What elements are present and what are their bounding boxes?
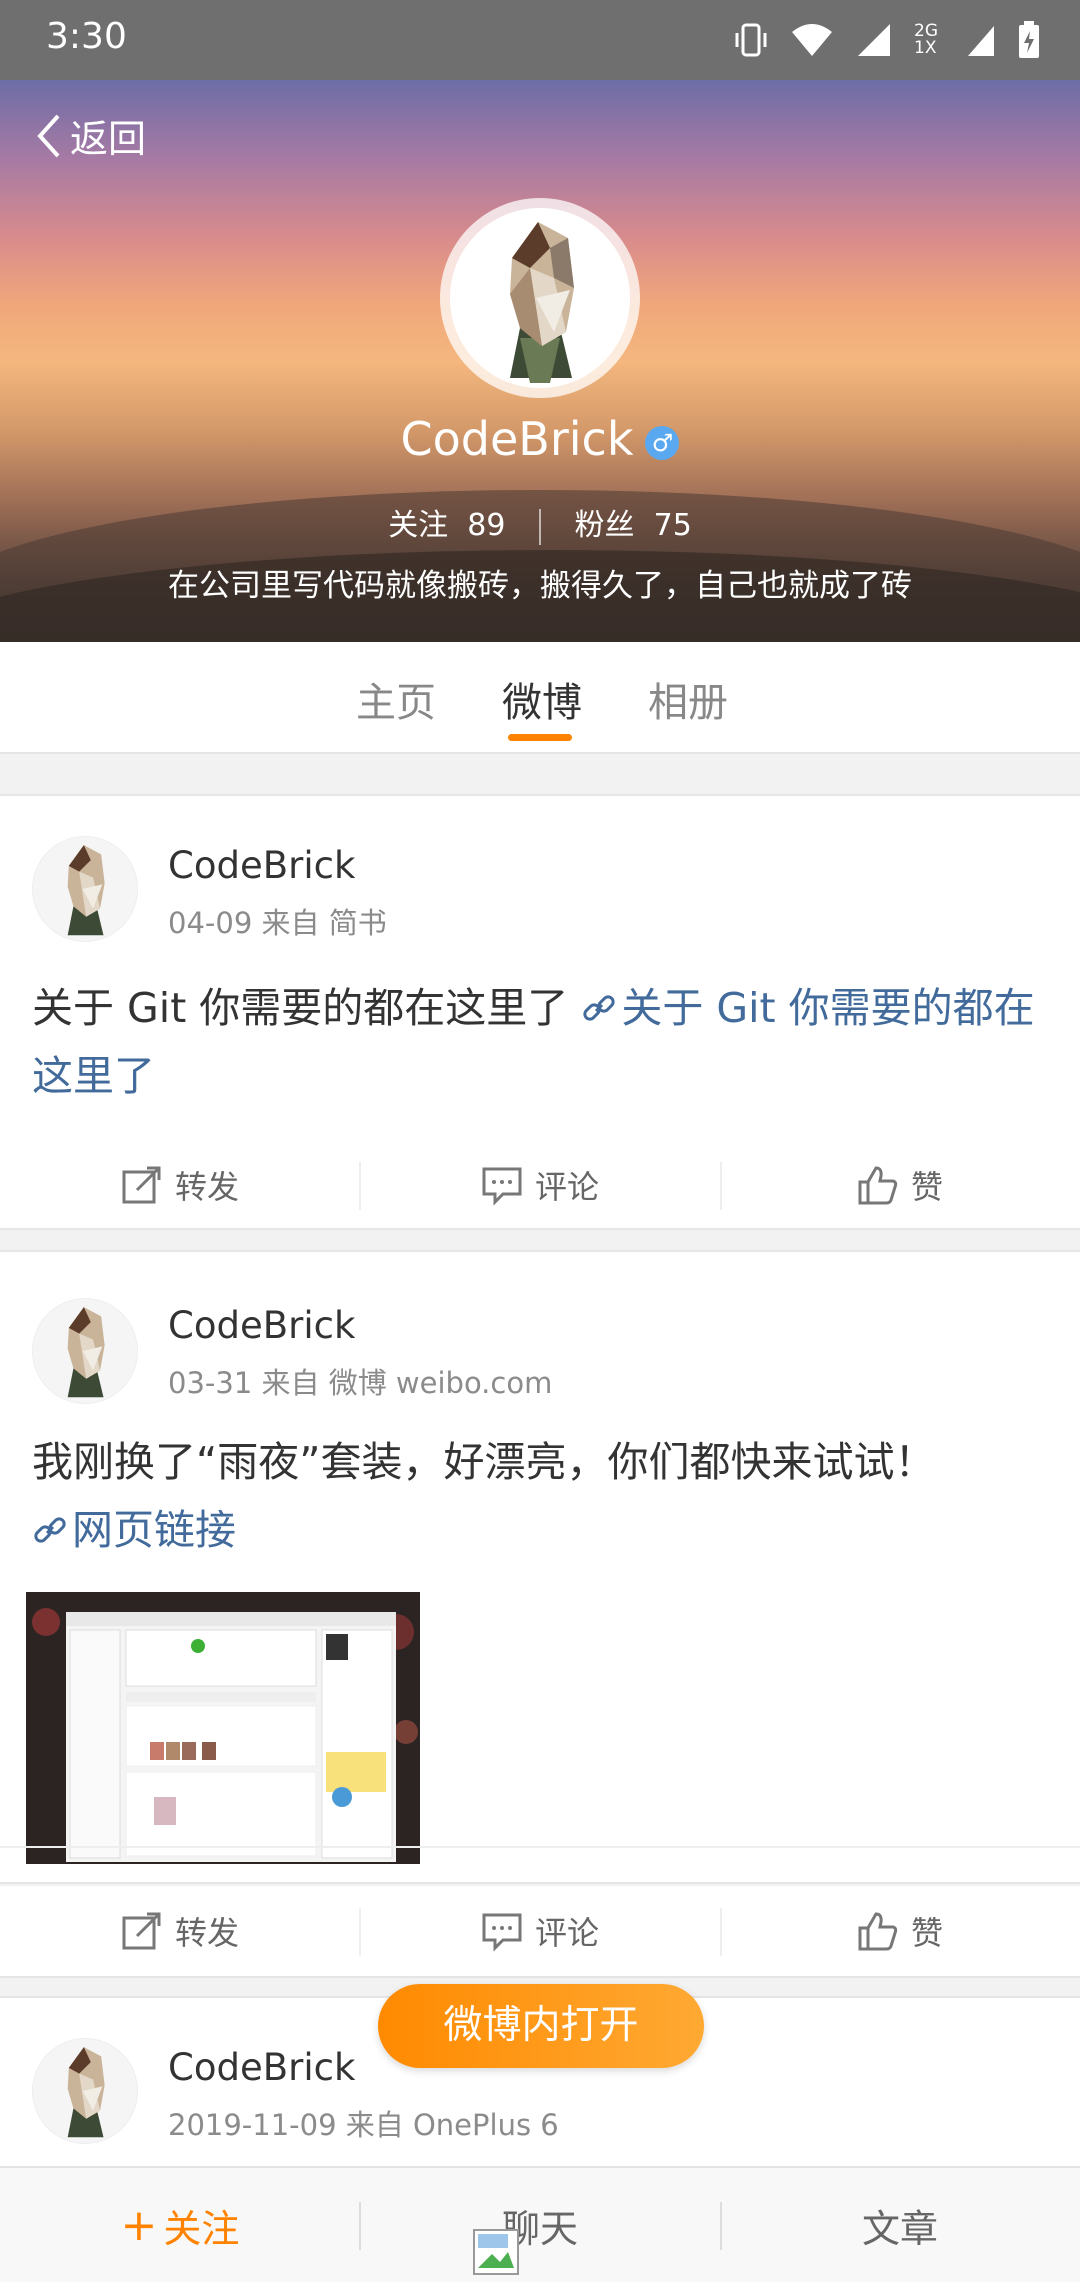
post-author-name[interactable]: CodeBrick (168, 844, 355, 887)
post-author-avatar[interactable] (32, 2038, 138, 2144)
post-author-name[interactable]: CodeBrick (168, 1304, 355, 1347)
wifi-icon (792, 24, 832, 56)
post-author-avatar[interactable] (32, 836, 138, 942)
profile-header: 返回 CodeBrick ♂ 关注 89 粉丝 75 在公司里写代码就像搬砖，搬得… (0, 80, 1080, 642)
open-in-weibo-button[interactable]: 微博内打开 (378, 1984, 704, 2068)
chat-button[interactable]: 聊天 (360, 2168, 720, 2282)
post-actions-bar: 转发 评论 赞 (0, 1140, 1080, 1230)
followers-stat[interactable]: 粉丝 75 (575, 508, 692, 543)
post-meta: 03-31 来自 微博 weibo.com (168, 1366, 553, 1400)
repost-button[interactable]: 转发 (0, 1886, 360, 1976)
articles-label: 文章 (861, 2206, 938, 2251)
plus-icon: + (120, 2199, 158, 2251)
followers-label: 粉丝 (574, 508, 635, 543)
post-text-body: 我刚换了“雨夜”套装，好漂亮，你们都快来试试！ (32, 1438, 936, 1486)
status-icons: 2G 1X (734, 20, 1040, 60)
tab-weibo[interactable]: 微博 (502, 670, 582, 728)
post-actions-bar: 转发 评论 赞 (0, 1886, 1080, 1978)
like-button[interactable]: 赞 (720, 1886, 1080, 1976)
profile-stats: 关注 89 粉丝 75 (0, 500, 1080, 545)
follow-button[interactable]: + 关注 (0, 2168, 360, 2282)
post-meta: 2019-11-09 来自 OnePlus 6 (168, 2108, 559, 2142)
back-button[interactable]: 返回 (34, 108, 146, 163)
signal-icon (858, 24, 890, 56)
profile-tabs: 主页 微博 相册 (0, 642, 1080, 754)
like-label: 赞 (910, 1168, 943, 1206)
profile-bio: 在公司里写代码就像搬砖，搬得久了，自己也就成了砖 (168, 568, 912, 604)
following-label: 关注 (388, 508, 449, 543)
signal-2-icon (968, 26, 994, 56)
post-text: 我刚换了“雨夜”套装，好漂亮，你们都快来试试！ 网页链接 (32, 1428, 1052, 1564)
battery-charging-icon (1019, 21, 1039, 58)
like-label: 赞 (910, 1914, 943, 1952)
comment-label: 评论 (534, 1168, 599, 1206)
link-icon (34, 1517, 66, 1543)
like-button[interactable]: 赞 (720, 1140, 1080, 1230)
chevron-left-icon (37, 114, 60, 157)
gender-male-icon: ♂ (645, 425, 680, 460)
repost-label: 转发 (174, 1168, 239, 1206)
post-actions-divider (0, 1846, 1080, 1882)
comment-button[interactable]: 评论 (360, 1886, 720, 1976)
comment-button[interactable]: 评论 (360, 1140, 720, 1230)
post-text-body: 关于 Git 你需要的都在这里了 (32, 984, 582, 1032)
tab-album[interactable]: 相册 (648, 670, 728, 728)
post-author-avatar[interactable] (32, 1298, 138, 1404)
repost-button[interactable]: 转发 (0, 1140, 360, 1230)
post-text: 关于 Git 你需要的都在这里了 关于 Git 你需要的都在这里了 (32, 974, 1052, 1110)
post-author-name[interactable]: CodeBrick (168, 2046, 355, 2089)
status-bar: 3:30 2G 1X (0, 0, 1080, 80)
repost-icon (122, 1912, 161, 1950)
avatar-image (450, 208, 630, 388)
comment-icon (482, 1913, 522, 1952)
network-type: 2G 1X (914, 21, 938, 58)
link-icon (583, 995, 615, 1021)
comment-label: 评论 (534, 1914, 599, 1952)
post-card[interactable]: CodeBrick 04-09 来自 简书 关于 Git 你需要的都在这里了 关… (0, 794, 1080, 1144)
tab-active-indicator (508, 734, 572, 741)
tab-home[interactable]: 主页 (356, 670, 436, 728)
profile-name-row: CodeBrick ♂ (0, 412, 1080, 466)
following-stat[interactable]: 关注 89 (388, 508, 505, 543)
follow-label: 关注 (163, 2206, 240, 2251)
broken-image-icon (473, 2229, 519, 2275)
articles-button[interactable]: 文章 (720, 2168, 1080, 2282)
repost-icon (122, 1166, 161, 1204)
post-meta: 04-09 来自 简书 (168, 906, 387, 940)
thumbs-up-icon (858, 1166, 898, 1205)
thumbs-up-icon (858, 1912, 898, 1951)
back-label: 返回 (70, 117, 147, 161)
vibrate-icon (735, 23, 767, 57)
post-image[interactable] (26, 1592, 420, 1864)
post-card[interactable]: CodeBrick 03-31 来自 微博 weibo.com 我刚换了“雨夜”… (0, 1250, 1080, 1884)
profile-name: CodeBrick (400, 412, 634, 466)
comment-icon (482, 1167, 522, 1206)
post-link-text: 网页链接 (72, 1506, 236, 1554)
profile-avatar[interactable] (440, 198, 640, 398)
stats-divider (539, 508, 541, 545)
bottom-action-bar: + 关注 聊天 文章 (0, 2166, 1080, 2282)
status-time: 3:30 (46, 16, 127, 57)
repost-label: 转发 (174, 1914, 239, 1952)
followers-count: 75 (653, 508, 692, 543)
post-link[interactable]: 网页链接 (32, 1506, 236, 1554)
following-count: 89 (467, 508, 506, 543)
